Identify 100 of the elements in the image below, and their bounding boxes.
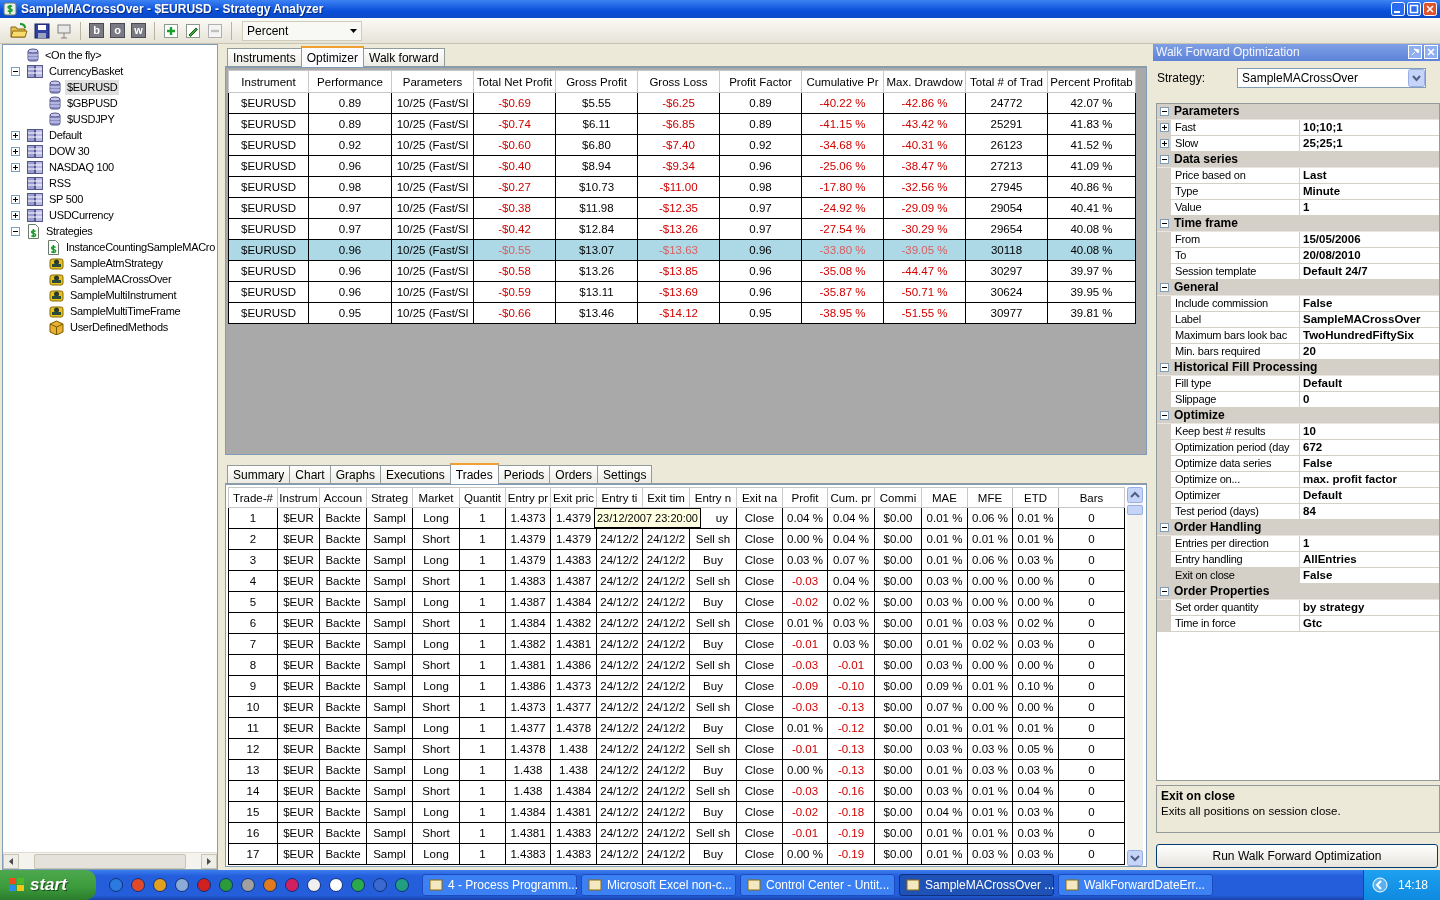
save-icon[interactable] [34,22,50,39]
tab[interactable]: Executions [380,465,451,483]
property-value[interactable]: Gtc [1300,615,1323,631]
column-header[interactable]: MFE [967,487,1013,508]
table-row[interactable]: $EURUSD 0.97 10/25 (Fast/Sl -$0.38 $11.98 -$12.35 0.97 -24.92 % -29.09 % 29054 40.41 % [228,197,1136,219]
column-header[interactable]: Total Net Profit [473,70,556,93]
tree-item[interactable]: SampleAtmStrategy [68,255,165,271]
collapse-icon[interactable] [11,66,20,76]
tree-item[interactable]: InstanceCountingSampleMACro [63,239,217,255]
table-row[interactable]: $EURUSD 0.98 10/25 (Fast/Sl -$0.27 $10.73 -$11.00 0.98 -17.80 % -32.56 % 27945 40.86 % [228,176,1136,198]
property-label[interactable]: Keep best # results [1171,423,1300,439]
app-icon[interactable] [328,877,344,893]
tree-item[interactable]: $GBPUSD [65,95,120,111]
property-label[interactable]: Time in force [1171,615,1300,631]
column-header[interactable]: Percent Profitab [1047,70,1136,93]
toolbar-button[interactable]: o [110,23,125,38]
property-label[interactable]: Slow [1171,135,1300,151]
property-value[interactable]: SampleMACrossOver [1300,311,1421,327]
tree-item[interactable]: CurrencyBasket [47,63,126,79]
table-row[interactable]: $EURUSD 0.96 10/25 (Fast/Sl -$0.55 $13.07 -$13.63 0.96 -33.80 % -39.05 % 30118 40.08 % [228,239,1136,261]
property-value[interactable]: Default 24/7 [1300,263,1368,279]
column-header[interactable]: Parameters [391,70,474,93]
property-value[interactable]: 0 [1300,391,1310,407]
expand-icon[interactable] [11,210,20,220]
taskbar-button[interactable]: WalkForwardDateErr... [1058,874,1213,896]
toolbar-button[interactable]: w [131,23,146,38]
tree-item[interactable]: DOW 30 [47,143,92,159]
app-icon[interactable] [306,877,322,893]
property-value[interactable]: False [1300,455,1333,471]
property-label[interactable]: Entries per direction [1171,535,1300,551]
tree-item[interactable]: UserDefinedMethods [68,319,170,335]
tab[interactable]: Summary [227,465,291,483]
table-row[interactable]: $EURUSD 0.95 10/25 (Fast/Sl -$0.66 $13.46 -$14.12 0.95 -38.95 % -51.55 % 30977 39.81 % [228,302,1136,324]
column-header[interactable]: Commi [874,487,922,508]
open-folder-icon[interactable] [10,22,28,39]
column-header[interactable]: Instrument [228,70,309,93]
collapse-icon[interactable] [11,226,20,236]
scroll-thumb[interactable] [1127,505,1143,515]
property-value[interactable]: 1 [1300,535,1310,551]
expand-icon[interactable] [11,162,20,172]
column-header[interactable]: Profit Factor [719,70,802,93]
property-value[interactable]: 1 [1300,199,1310,215]
property-label[interactable]: Entry handling [1171,551,1300,567]
property-value[interactable]: 672 [1300,439,1323,455]
chevron-icon[interactable] [1371,877,1388,893]
column-header[interactable]: Strateg [366,487,413,508]
property-value[interactable]: Default [1300,375,1342,391]
edit-icon[interactable] [185,22,201,39]
tree-item[interactable]: Strategies [44,223,95,239]
property-value[interactable]: False [1300,567,1333,583]
property-label[interactable]: Fast [1171,119,1300,135]
column-header[interactable]: Cumulative Pr [801,70,884,93]
tree-item[interactable]: RSS [47,175,73,191]
collapse-icon[interactable] [1160,106,1169,116]
taskbar-button[interactable]: Microsoft Excel non-c... [581,874,736,896]
horizontal-scrollbar[interactable] [3,852,217,869]
tab[interactable]: Chart [289,465,331,483]
tree-item[interactable]: SampleMultiInstrument [68,287,179,303]
vertical-scrollbar[interactable] [1127,487,1143,866]
property-label[interactable]: To [1171,247,1300,263]
column-header[interactable]: Performance [308,70,392,93]
property-label[interactable]: Optimizer [1171,487,1300,503]
column-header[interactable]: Entry pr [505,487,551,508]
collapse-icon[interactable] [1160,362,1169,372]
collapse-icon[interactable] [1160,154,1169,164]
column-header[interactable]: MAE [921,487,968,508]
table-row[interactable]: $EURUSD 0.96 10/25 (Fast/Sl -$0.59 $13.11 -$13.69 0.96 -35.87 % -50.71 % 30624 39.95 % [228,281,1136,303]
tree-item[interactable]: $EURUSD [65,79,120,95]
table-row[interactable]: $EURUSD 0.96 10/25 (Fast/Sl -$0.58 $13.26 -$13.85 0.96 -35.08 % -44.47 % 30297 39.97 % [228,260,1136,282]
app-icon[interactable] [240,877,256,893]
column-header[interactable]: Exit tim [642,487,690,508]
property-value[interactable]: max. profit factor [1300,471,1397,487]
tree-item[interactable]: $USDJPY [65,111,117,127]
maximize-icon[interactable] [1407,2,1421,16]
property-value[interactable]: Minute [1300,183,1341,199]
property-label[interactable]: Fill type [1171,375,1300,391]
column-header[interactable]: Exit na [736,487,783,508]
property-label[interactable]: Price based on [1171,167,1300,183]
run-button[interactable]: Run Walk Forward Optimization [1156,844,1438,868]
property-label[interactable]: Label [1171,311,1300,327]
tree-item[interactable]: SampleMultiTimeFrame [68,303,183,319]
column-header[interactable]: Market [412,487,460,508]
taskbar-button[interactable]: Control Center - Untit... [740,874,895,896]
tree-item[interactable]: USDCurrency [47,207,116,223]
property-label[interactable]: Test period (days) [1171,503,1300,519]
collapse-icon[interactable] [1160,218,1169,228]
property-label[interactable]: Session template [1171,263,1300,279]
column-header[interactable]: Quantit [459,487,506,508]
column-header[interactable]: Instrum [277,487,320,508]
column-header[interactable]: Entry ti [596,487,643,508]
column-header[interactable]: Profit [782,487,828,508]
property-value[interactable]: by strategy [1300,599,1365,615]
column-header[interactable]: Entry n [689,487,737,508]
app-icon[interactable] [152,877,168,893]
tab[interactable]: Walk forward [363,48,445,66]
collapse-icon[interactable] [1160,522,1169,532]
property-label[interactable]: Type [1171,183,1300,199]
property-value[interactable]: Default [1300,487,1342,503]
table-row[interactable]: $EURUSD 0.92 10/25 (Fast/Sl -$0.60 $6.80 -$7.40 0.92 -34.68 % -40.31 % 26123 41.52 % [228,134,1136,156]
property-label[interactable]: Include commission [1171,295,1300,311]
